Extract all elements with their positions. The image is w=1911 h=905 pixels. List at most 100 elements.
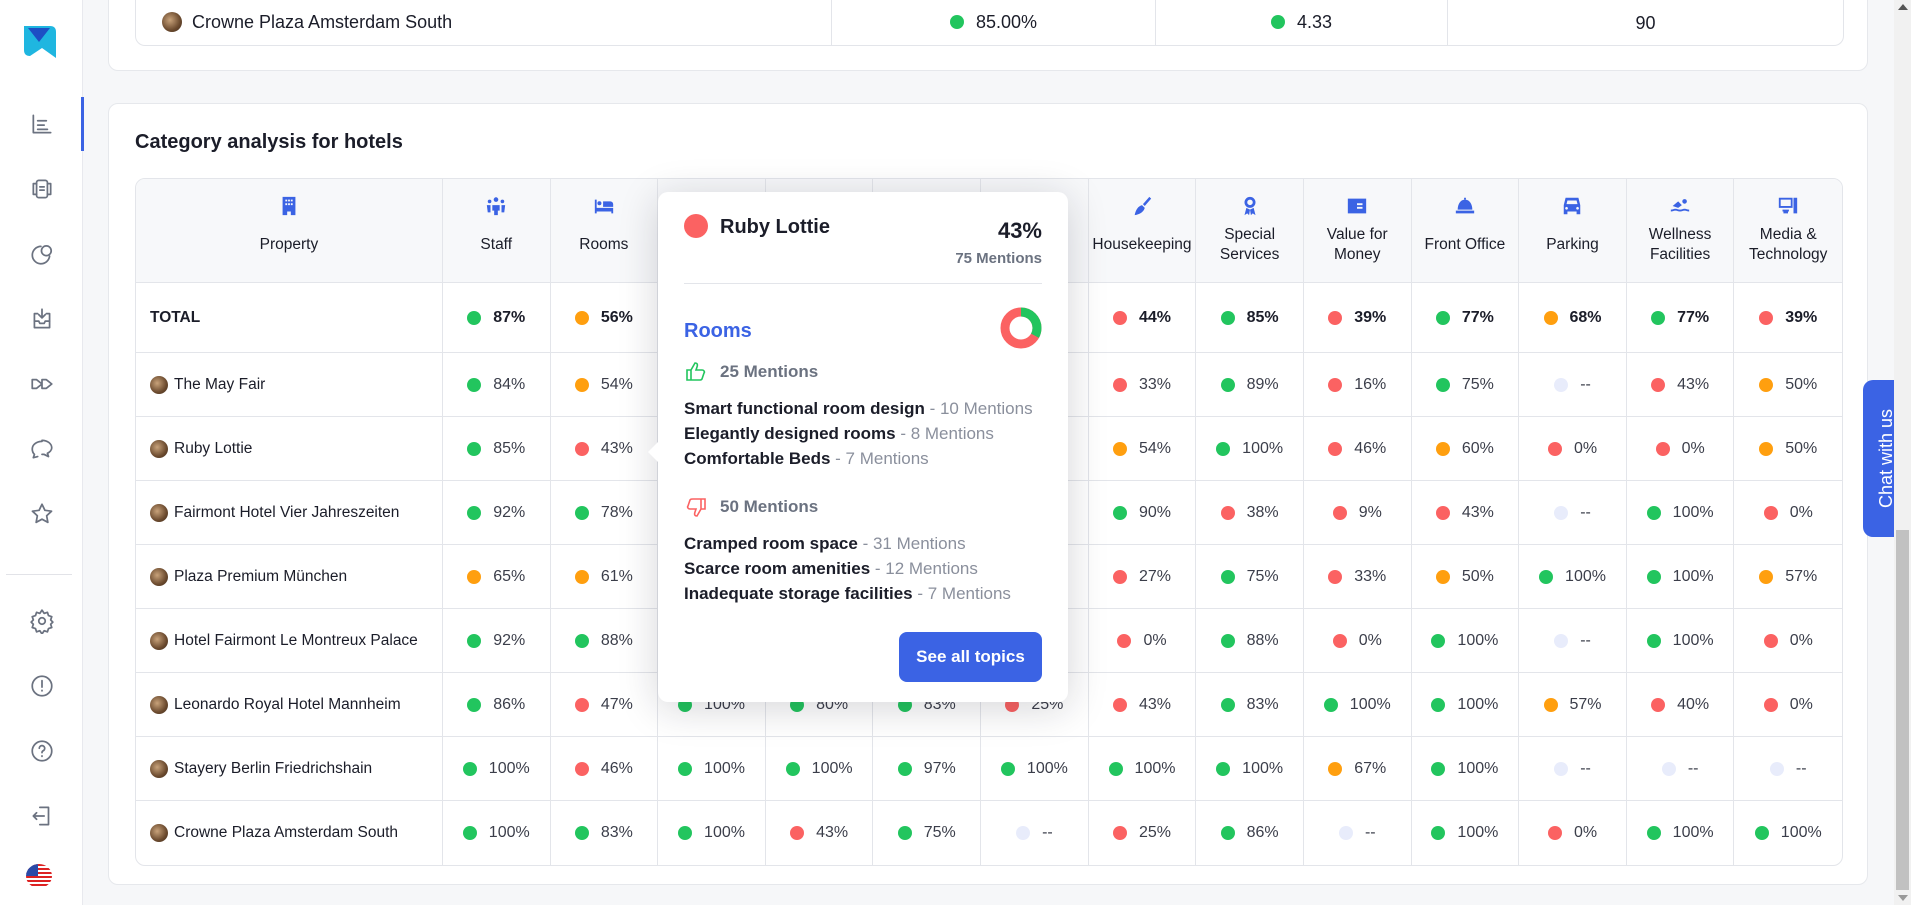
column-header[interactable]: Housekeeping bbox=[1089, 179, 1197, 282]
property-cell[interactable]: Fairmont Hotel Vier Jahreszeiten bbox=[136, 481, 443, 544]
score-cell[interactable]: 88% bbox=[551, 609, 659, 672]
page-scrollbar[interactable] bbox=[1894, 0, 1911, 905]
score-cell[interactable]: 38% bbox=[1196, 481, 1304, 544]
score-cell[interactable]: 0% bbox=[1519, 801, 1627, 865]
scrollbar-thumb[interactable] bbox=[1896, 530, 1909, 890]
score-cell[interactable]: 100% bbox=[1627, 801, 1735, 865]
score-cell[interactable]: -- bbox=[1734, 737, 1842, 800]
score-cell[interactable]: 100% bbox=[1519, 545, 1627, 608]
column-header[interactable]: Media & Technology bbox=[1734, 179, 1842, 282]
score-cell[interactable]: 50% bbox=[1734, 353, 1842, 416]
score-cell[interactable]: 84% bbox=[443, 353, 551, 416]
sidebar-item-logout[interactable] bbox=[0, 791, 83, 841]
scroll-down-arrow-icon[interactable] bbox=[1898, 895, 1908, 901]
sidebar-item-automation[interactable] bbox=[0, 359, 83, 409]
score-cell[interactable]: 0% bbox=[1734, 481, 1842, 544]
sidebar-item-settings[interactable] bbox=[0, 596, 83, 646]
score-cell[interactable]: 9% bbox=[1304, 481, 1412, 544]
column-header[interactable]: Value for Money bbox=[1304, 179, 1412, 282]
score-cell[interactable]: 100% bbox=[1412, 737, 1520, 800]
property-cell[interactable]: Stayery Berlin Friedrichshain bbox=[136, 737, 443, 800]
score-cell[interactable]: -- bbox=[981, 801, 1089, 865]
score-cell[interactable]: 100% bbox=[443, 737, 551, 800]
score-cell[interactable]: 47% bbox=[551, 673, 659, 736]
score-cell[interactable]: 75% bbox=[1412, 353, 1520, 416]
score-cell[interactable]: 56% bbox=[551, 283, 659, 352]
score-cell[interactable]: 43% bbox=[766, 801, 874, 865]
score-cell[interactable]: 87% bbox=[443, 283, 551, 352]
score-cell[interactable]: 90% bbox=[1089, 481, 1197, 544]
score-cell[interactable]: 57% bbox=[1519, 673, 1627, 736]
score-cell[interactable]: 65% bbox=[443, 545, 551, 608]
app-logo[interactable] bbox=[20, 22, 58, 60]
score-cell[interactable]: 100% bbox=[1627, 545, 1735, 608]
score-cell[interactable]: 46% bbox=[1304, 417, 1412, 480]
score-cell[interactable]: 43% bbox=[1089, 673, 1197, 736]
sidebar-item-dashboard[interactable] bbox=[0, 97, 84, 151]
score-cell[interactable]: 100% bbox=[1734, 801, 1842, 865]
score-cell[interactable]: 100% bbox=[1627, 481, 1735, 544]
column-header[interactable]: Special Services bbox=[1196, 179, 1304, 282]
property-cell[interactable]: Ruby Lottie bbox=[136, 417, 443, 480]
sidebar-item-alerts[interactable] bbox=[0, 661, 83, 711]
score-cell[interactable]: 43% bbox=[551, 417, 659, 480]
sidebar-item-reviews[interactable] bbox=[0, 164, 83, 214]
hotel-name-cell[interactable]: Crowne Plaza Amsterdam South bbox=[136, 0, 832, 45]
scroll-up-arrow-icon[interactable] bbox=[1898, 4, 1908, 10]
score-cell[interactable]: 0% bbox=[1089, 609, 1197, 672]
score-cell[interactable]: 85% bbox=[1196, 283, 1304, 352]
score-cell[interactable]: -- bbox=[1519, 609, 1627, 672]
property-cell[interactable]: Crowne Plaza Amsterdam South bbox=[136, 801, 443, 865]
score-cell[interactable]: 50% bbox=[1412, 545, 1520, 608]
score-cell[interactable]: 86% bbox=[443, 673, 551, 736]
score-cell[interactable]: 100% bbox=[766, 737, 874, 800]
score-cell[interactable]: 100% bbox=[1412, 673, 1520, 736]
score-cell[interactable]: -- bbox=[1627, 737, 1735, 800]
score-cell[interactable]: 33% bbox=[1304, 545, 1412, 608]
score-cell[interactable]: 83% bbox=[1196, 673, 1304, 736]
score-cell[interactable]: 100% bbox=[1089, 737, 1197, 800]
us-flag-icon[interactable] bbox=[26, 864, 52, 888]
score-cell[interactable]: 100% bbox=[1627, 609, 1735, 672]
score-cell[interactable]: -- bbox=[1519, 481, 1627, 544]
score-cell[interactable]: 75% bbox=[1196, 545, 1304, 608]
score-cell[interactable]: 0% bbox=[1734, 673, 1842, 736]
score-cell[interactable]: 88% bbox=[1196, 609, 1304, 672]
sidebar-item-favorites[interactable] bbox=[0, 489, 83, 539]
score-cell[interactable]: 83% bbox=[551, 801, 659, 865]
score-cell[interactable]: 39% bbox=[1304, 283, 1412, 352]
score-cell[interactable]: 100% bbox=[1412, 609, 1520, 672]
score-cell[interactable]: 43% bbox=[1412, 481, 1520, 544]
score-cell[interactable]: 100% bbox=[1412, 801, 1520, 865]
score-cell[interactable]: 44% bbox=[1089, 283, 1197, 352]
score-cell[interactable]: 0% bbox=[1627, 417, 1735, 480]
score-cell[interactable]: 78% bbox=[551, 481, 659, 544]
score-cell[interactable]: 0% bbox=[1304, 609, 1412, 672]
sidebar-item-chats[interactable] bbox=[0, 424, 83, 474]
score-cell[interactable]: 60% bbox=[1412, 417, 1520, 480]
column-header[interactable]: Property bbox=[136, 179, 443, 282]
score-cell[interactable]: 77% bbox=[1627, 283, 1735, 352]
column-header[interactable]: Staff bbox=[443, 179, 551, 282]
score-cell[interactable]: 92% bbox=[443, 609, 551, 672]
column-header[interactable]: Parking bbox=[1519, 179, 1627, 282]
score-cell[interactable]: 100% bbox=[658, 737, 766, 800]
score-cell[interactable]: 86% bbox=[1196, 801, 1304, 865]
score-cell[interactable]: -- bbox=[1519, 737, 1627, 800]
property-cell[interactable]: Leonardo Royal Hotel Mannheim bbox=[136, 673, 443, 736]
score-cell[interactable]: 33% bbox=[1089, 353, 1197, 416]
column-header[interactable]: Wellness Facilities bbox=[1627, 179, 1735, 282]
score-cell[interactable]: 46% bbox=[551, 737, 659, 800]
column-header[interactable]: Front Office bbox=[1412, 179, 1520, 282]
score-cell[interactable]: 100% bbox=[1304, 673, 1412, 736]
column-header[interactable]: Rooms bbox=[551, 179, 659, 282]
property-cell[interactable]: The May Fair bbox=[136, 353, 443, 416]
score-cell[interactable]: 77% bbox=[1412, 283, 1520, 352]
score-cell[interactable]: 25% bbox=[1089, 801, 1197, 865]
score-cell[interactable]: 39% bbox=[1734, 283, 1842, 352]
score-cell[interactable]: 50% bbox=[1734, 417, 1842, 480]
score-cell[interactable]: 43% bbox=[1627, 353, 1735, 416]
score-cell[interactable]: 100% bbox=[1196, 737, 1304, 800]
score-cell[interactable]: 100% bbox=[1196, 417, 1304, 480]
see-all-topics-button[interactable]: See all topics bbox=[899, 632, 1042, 682]
